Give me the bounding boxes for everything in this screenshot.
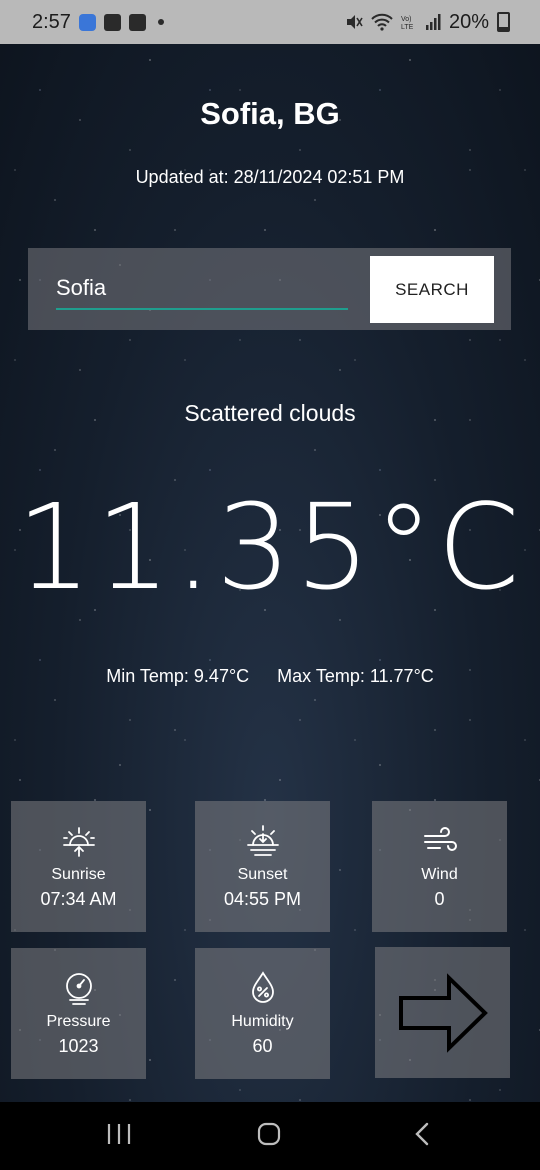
signal-icon bbox=[425, 14, 441, 30]
wind-icon bbox=[423, 827, 457, 851]
mute-icon bbox=[346, 15, 363, 29]
sunset-icon bbox=[246, 825, 279, 856]
search-button[interactable]: SEARCH bbox=[370, 256, 494, 323]
search-bar: SEARCH bbox=[28, 248, 511, 330]
sunset-tile: Sunset 04:55 PM bbox=[195, 801, 330, 932]
svg-text:Vo): Vo) bbox=[401, 16, 412, 23]
volte-icon: Vo)LTE bbox=[401, 16, 414, 31]
updated-timestamp: Updated at: 28/11/2024 02:51 PM bbox=[135, 167, 405, 187]
pressure-value: 1023 bbox=[58, 1036, 99, 1056]
battery-percent: 20% bbox=[448, 10, 489, 33]
weather-app-notification-icon bbox=[78, 13, 96, 31]
humidity-value: 60 bbox=[252, 1036, 273, 1056]
pressure-label: Pressure bbox=[46, 1013, 111, 1030]
sunrise-icon bbox=[62, 827, 95, 857]
status-time: 2:57 bbox=[32, 10, 71, 33]
pressure-gauge-icon bbox=[65, 973, 92, 1005]
sunset-label: Sunset bbox=[237, 866, 288, 883]
back-icon[interactable] bbox=[410, 1120, 434, 1148]
pressure-tile: Pressure 1023 bbox=[11, 948, 146, 1079]
humidity-label: Humidity bbox=[231, 1013, 294, 1030]
min-max-temperature: Min Temp: 9.47°C Max Temp: 11.77°C bbox=[0, 666, 540, 687]
sunset-value: 04:55 PM bbox=[223, 889, 302, 909]
system-navigation-bar bbox=[0, 1102, 540, 1170]
arrow-right-icon bbox=[398, 972, 488, 1053]
svg-text:LTE: LTE bbox=[401, 24, 414, 31]
humidity-drop-icon bbox=[251, 971, 274, 1003]
min-temperature: Min Temp: 9.47°C bbox=[106, 666, 250, 686]
more-notifications-dot-icon bbox=[157, 19, 164, 25]
gallery-notification-icon bbox=[103, 13, 121, 31]
sunrise-label: Sunrise bbox=[51, 866, 106, 883]
wind-tile: Wind 0 bbox=[372, 801, 507, 932]
sunrise-value: 07:34 AM bbox=[40, 889, 117, 909]
sunrise-tile: Sunrise 07:34 AM bbox=[11, 801, 146, 932]
city-search-input[interactable] bbox=[56, 268, 348, 310]
wind-value: 0 bbox=[434, 889, 445, 909]
weather-description: Scattered clouds bbox=[184, 400, 356, 426]
current-temperature: 11.35°C bbox=[16, 478, 524, 616]
wifi-icon bbox=[371, 13, 393, 31]
recent-apps-icon[interactable] bbox=[106, 1120, 132, 1148]
status-bar: 2:57 Vo) LTE 20% bbox=[0, 0, 540, 44]
humidity-tile: Humidity 60 bbox=[195, 948, 330, 1079]
battery-icon bbox=[497, 12, 510, 32]
next-page-tile[interactable] bbox=[375, 947, 510, 1078]
max-temperature: Max Temp: 11.77°C bbox=[277, 666, 434, 686]
city-title: Sofia, BG bbox=[200, 96, 340, 131]
checkbox-notification-icon bbox=[128, 13, 146, 31]
wind-label: Wind bbox=[421, 866, 458, 883]
home-icon[interactable] bbox=[256, 1120, 284, 1148]
